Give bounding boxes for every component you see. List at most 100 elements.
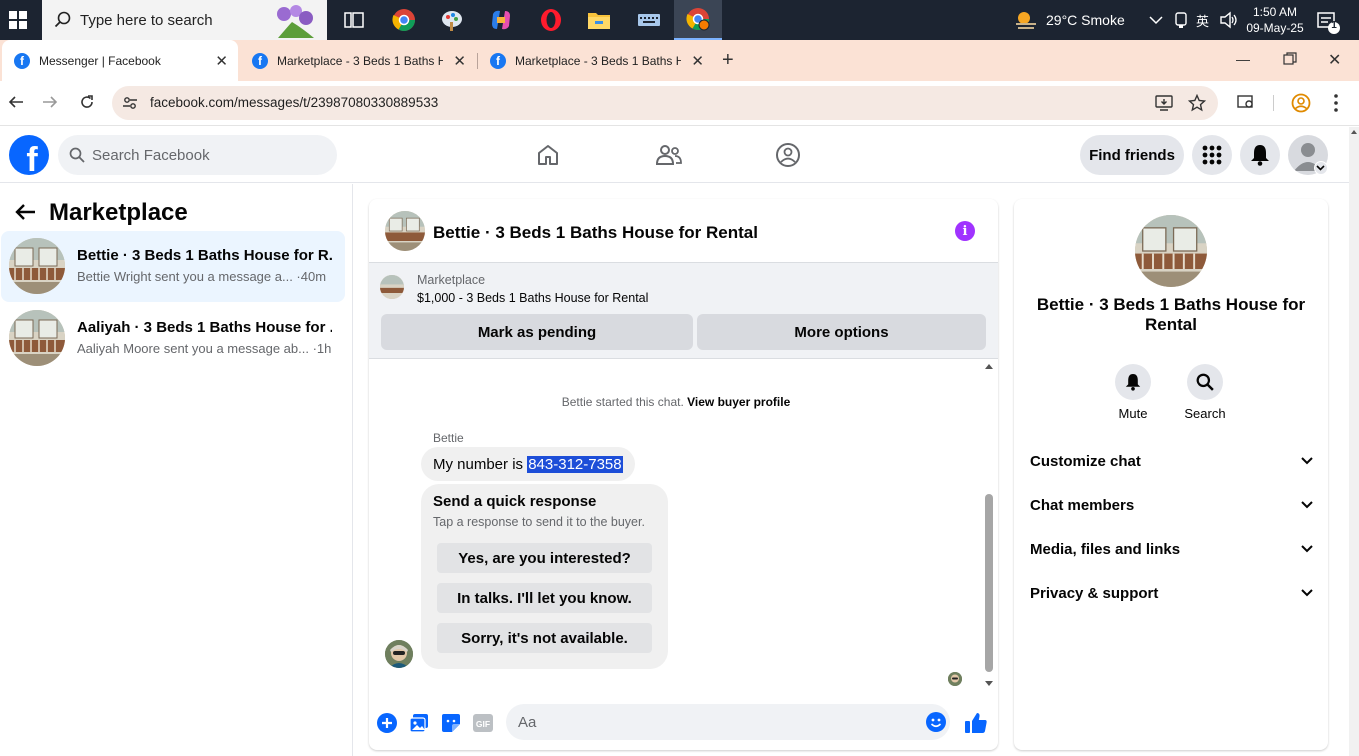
details-avatar[interactable] <box>1135 215 1207 287</box>
more-options-button[interactable]: More options <box>697 314 986 350</box>
photo-icon[interactable] <box>409 713 429 733</box>
browser-menu-icon[interactable] <box>1333 93 1339 113</box>
facebook-favicon-icon: f <box>14 52 30 69</box>
tab-marketplace-2[interactable]: f Marketplace - 3 Beds 1 Baths H ✕ <box>478 40 714 81</box>
site-settings-icon[interactable] <box>122 95 138 111</box>
chat-window: Bettie · 3 Beds 1 Baths House for Rental… <box>369 199 998 750</box>
address-bar[interactable]: facebook.com/messages/t/2398708033088953… <box>112 86 1218 120</box>
facebook-header: f Search Facebook Find friends <box>0 127 1349 183</box>
quick-response-button[interactable]: Sorry, it's not available. <box>437 623 652 653</box>
keyboard-app-icon[interactable] <box>629 4 669 36</box>
chat-title[interactable]: Bettie · 3 Beds 1 Baths House for Rental <box>433 223 758 243</box>
close-window-icon[interactable]: ✕ <box>1328 50 1341 70</box>
toolbar-divider <box>1273 95 1274 111</box>
section-label: Chat members <box>1030 496 1135 514</box>
message-input[interactable]: Aa <box>506 704 950 740</box>
minimize-icon[interactable]: — <box>1236 51 1250 67</box>
plus-icon[interactable] <box>377 713 397 733</box>
task-view-icon[interactable] <box>334 4 374 36</box>
chat-members-section[interactable]: Chat members <box>1030 485 1314 525</box>
mute-action[interactable]: Mute <box>1103 364 1163 421</box>
close-tab-icon[interactable]: ✕ <box>215 52 228 70</box>
conversation-item-bettie[interactable]: Bettie · 3 Beds 1 Baths House for R... B… <box>1 231 345 302</box>
taskbar-search-box[interactable]: Type here to search <box>42 0 327 40</box>
chrome-active-icon[interactable] <box>674 0 722 40</box>
notifications-bell-icon[interactable] <box>1240 135 1280 175</box>
meet-now-icon[interactable] <box>1173 11 1189 29</box>
listing-title[interactable]: $1,000 - 3 Beds 1 Baths House for Rental <box>417 291 648 305</box>
reload-icon[interactable] <box>79 94 95 110</box>
forward-icon[interactable] <box>42 94 58 110</box>
info-icon[interactable]: i <box>955 221 975 241</box>
chat-scrollbar[interactable] <box>982 361 996 691</box>
date-text: 09-May-25 <box>1246 21 1304 35</box>
listing-thumbnail-small[interactable] <box>380 275 404 299</box>
find-friends-button[interactable]: Find friends <box>1080 135 1184 175</box>
emoji-icon[interactable] <box>926 712 946 732</box>
search-tabs-icon[interactable] <box>1237 94 1255 110</box>
weather-text[interactable]: 29°C Smoke <box>1046 12 1125 28</box>
tab-messenger[interactable]: f Messenger | Facebook ✕ <box>2 40 238 81</box>
conversation-name: Aaliyah · 3 Beds 1 Baths House for ... <box>77 319 332 336</box>
account-chevron-icon[interactable] <box>1314 161 1328 175</box>
panel-title: Marketplace <box>49 199 188 226</box>
close-tab-icon[interactable]: ✕ <box>691 52 704 70</box>
view-buyer-profile-link[interactable]: View buyer profile <box>687 395 790 409</box>
browser-toolbar: facebook.com/messages/t/2398708033088953… <box>0 81 1359 126</box>
quick-response-subtitle: Tap a response to send it to the buyer. <box>433 515 645 529</box>
phone-number-selected[interactable]: 843-312-7358 <box>527 455 623 473</box>
facebook-logo-icon[interactable]: f <box>9 135 49 175</box>
back-icon[interactable] <box>8 94 24 110</box>
clock[interactable]: 1:50 AM 09-May-25 <box>1244 4 1306 36</box>
chat-avatar[interactable] <box>385 211 425 251</box>
opera-icon[interactable] <box>531 4 571 36</box>
section-label: Media, files and links <box>1030 540 1181 558</box>
windows-start-icon[interactable] <box>0 0 36 40</box>
sender-avatar[interactable] <box>385 640 413 668</box>
url-text[interactable]: facebook.com/messages/t/2398708033088953… <box>150 95 438 110</box>
profile-icon[interactable] <box>1291 93 1311 113</box>
close-tab-icon[interactable]: ✕ <box>453 52 466 70</box>
media-files-links-section[interactable]: Media, files and links <box>1030 529 1314 569</box>
conversation-item-aaliyah[interactable]: Aaliyah · 3 Beds 1 Baths House for ... A… <box>1 303 345 374</box>
listing-banner: Marketplace $1,000 - 3 Beds 1 Baths Hous… <box>369 263 998 359</box>
chevron-up-icon[interactable] <box>1148 10 1164 30</box>
chevron-down-icon <box>1300 456 1314 466</box>
mark-as-pending-button[interactable]: Mark as pending <box>381 314 693 350</box>
tab-title: Marketplace - 3 Beds 1 Baths H <box>277 53 443 68</box>
new-tab-icon[interactable]: + <box>722 49 734 72</box>
file-explorer-icon[interactable] <box>579 4 619 36</box>
windows-taskbar: Type here to search 29°C Smoke 英 1:50 AM… <box>0 0 1359 40</box>
restore-icon[interactable] <box>1283 52 1297 66</box>
customize-chat-section[interactable]: Customize chat <box>1030 441 1314 481</box>
groups-icon[interactable] <box>775 142 801 168</box>
back-arrow-icon[interactable] <box>14 203 36 221</box>
chat-details-panel: Bettie · 3 Beds 1 Baths House for Rental… <box>1014 199 1328 750</box>
paint-icon[interactable] <box>432 4 472 36</box>
quick-response-title: Send a quick response <box>433 493 597 510</box>
section-label: Privacy & support <box>1030 584 1159 602</box>
bookmark-star-icon[interactable] <box>1188 94 1206 112</box>
chrome-icon[interactable] <box>384 4 424 36</box>
sticker-icon[interactable] <box>441 713 461 733</box>
menu-grid-icon[interactable] <box>1192 135 1232 175</box>
privacy-support-section[interactable]: Privacy & support <box>1030 573 1314 613</box>
gif-icon[interactable]: GIF <box>473 714 493 732</box>
notification-icon[interactable]: 1 <box>1316 10 1342 36</box>
taskbar-search-placeholder: Type here to search <box>80 11 213 29</box>
input-language-icon[interactable]: 英 <box>1196 11 1209 30</box>
quick-response-button[interactable]: Yes, are you interested? <box>437 543 652 573</box>
thumbs-up-icon[interactable] <box>964 711 988 735</box>
friends-icon[interactable] <box>656 143 682 167</box>
weather-icon[interactable] <box>1013 8 1039 32</box>
install-app-icon[interactable] <box>1155 95 1173 111</box>
copilot-icon[interactable] <box>481 4 521 36</box>
page-scrollbar[interactable] <box>1349 127 1359 756</box>
quick-response-button[interactable]: In talks. I'll let you know. <box>437 583 652 613</box>
volume-icon[interactable] <box>1219 10 1239 30</box>
home-icon[interactable] <box>536 143 560 167</box>
facebook-search-input[interactable]: Search Facebook <box>58 135 337 175</box>
search-action[interactable]: Search <box>1175 364 1235 421</box>
section-label: Customize chat <box>1030 452 1141 470</box>
tab-marketplace-1[interactable]: f Marketplace - 3 Beds 1 Baths H ✕ <box>240 40 476 81</box>
